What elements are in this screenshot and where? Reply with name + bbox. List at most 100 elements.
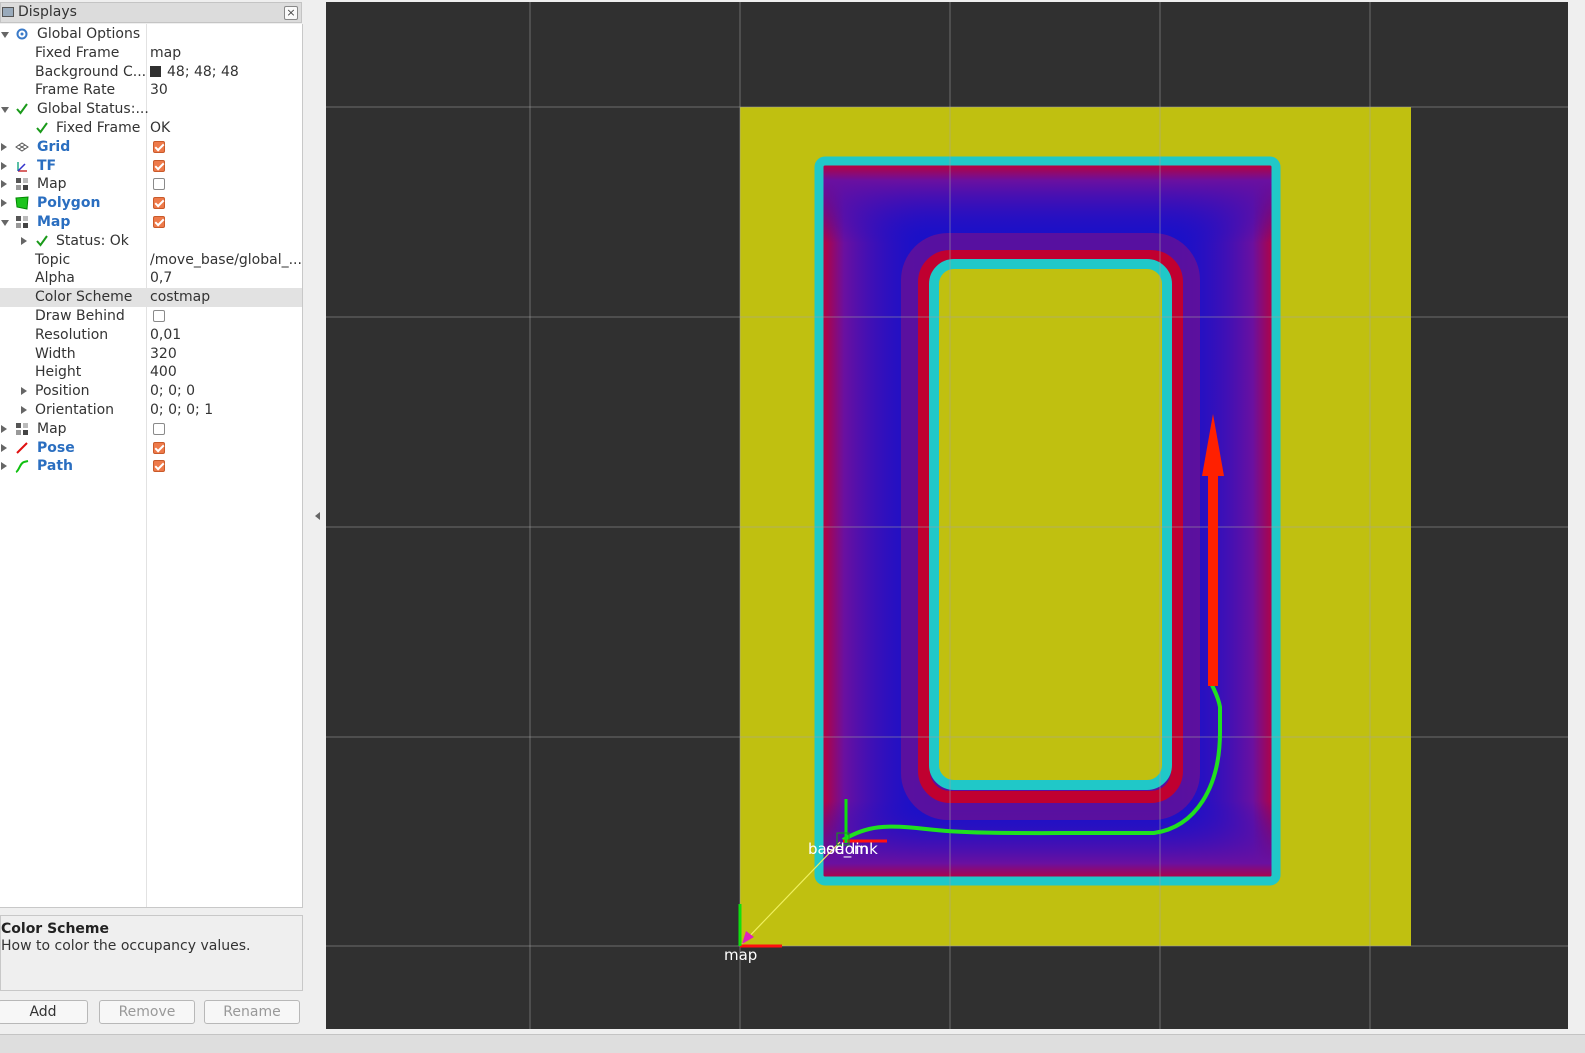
inflation-gradient-top [820, 163, 1277, 243]
tree-row-label: Orientation [35, 402, 115, 418]
expand-arrow-icon[interactable] [1, 199, 7, 208]
description-text: How to color the occupancy values. [1, 938, 251, 954]
tree-row-label: Width [35, 345, 76, 362]
tree-row-value[interactable]: 320 [150, 345, 177, 364]
tree-row-value[interactable]: OK [150, 119, 170, 138]
tree-row-pose[interactable]: Pose [0, 439, 302, 458]
right-dock-strip [1568, 0, 1585, 1034]
collapse-arrow-icon[interactable] [1, 32, 9, 38]
expand-arrow-icon[interactable] [1, 443, 7, 452]
tree-row-value[interactable]: 0,7 [150, 269, 172, 288]
tree-row-fixed-frame[interactable]: Fixed Frame OK [0, 119, 302, 138]
map-icon [15, 422, 29, 436]
tree-row-topic[interactable]: Topic/move_base/global_... [0, 251, 302, 270]
map-icon [15, 177, 29, 191]
enable-checkbox[interactable] [153, 178, 165, 191]
enable-checkbox[interactable] [153, 460, 165, 473]
tree-row-grid[interactable]: Grid [0, 138, 302, 157]
enable-checkbox[interactable] [153, 197, 165, 210]
expand-arrow-icon[interactable] [21, 236, 27, 245]
tree-row-tf[interactable]: TF [0, 157, 302, 176]
tree-row-value[interactable]: /move_base/global_... [150, 251, 302, 270]
tree-row-label: Alpha [35, 270, 75, 287]
tree-row-global-status[interactable]: Global Status:... [0, 100, 302, 119]
render-viewport[interactable]: map base_link odom [326, 2, 1568, 1029]
expand-arrow-icon[interactable] [21, 406, 27, 414]
tree-row-label: Map [37, 420, 67, 437]
monitor-icon [2, 7, 14, 17]
tree-row-height[interactable]: Height 400 [0, 363, 302, 382]
check-icon [15, 102, 29, 116]
tree-row-path[interactable]: Path [0, 457, 302, 476]
tree-row-map[interactable]: Map [0, 175, 302, 194]
enable-checkbox[interactable] [153, 216, 165, 228]
tree-row-label: Grid [37, 138, 71, 155]
tf-icon [15, 159, 29, 173]
expand-arrow-icon[interactable] [1, 180, 7, 189]
remove-button[interactable]: Remove [99, 1000, 195, 1024]
collapse-arrow-icon[interactable] [1, 220, 9, 226]
enable-checkbox[interactable] [153, 159, 165, 172]
tree-row-label: TF [37, 157, 57, 174]
tree-row-orientation[interactable]: Orientation 0; 0; 0; 1 [0, 401, 302, 420]
tree-row-map[interactable]: Map [0, 420, 302, 439]
tree-row-map[interactable]: Map [0, 213, 302, 232]
description-box: Color Scheme How to color the occupancy … [0, 915, 303, 991]
polygon-icon [15, 196, 29, 210]
tree-row-label: Polygon [37, 195, 101, 212]
tree-row-background-c[interactable]: Background C... 48; 48; 48 [0, 63, 302, 82]
tree-row-width[interactable]: Width 320 [0, 345, 302, 364]
tree-row-value[interactable]: costmap [150, 288, 210, 307]
scene-svg: map base_link odom [326, 2, 1568, 1029]
tree-row-value[interactable]: 48; 48; 48 [150, 63, 239, 82]
expand-arrow-icon[interactable] [1, 142, 7, 151]
tree-row-value[interactable]: 0; 0; 0 [150, 382, 195, 401]
tree-row-label: Status: Ok [56, 232, 129, 249]
check-icon [35, 121, 49, 135]
tree-row-label: Resolution [35, 326, 109, 343]
path-icon [15, 459, 29, 474]
tree-row-label: Global Options [37, 26, 141, 42]
tree-row-value[interactable]: 30 [150, 81, 168, 100]
expand-arrow-icon[interactable] [1, 424, 7, 433]
tree-row-value[interactable]: 400 [150, 363, 177, 382]
panel-splitter[interactable] [304, 0, 326, 1030]
tree-row-status-ok[interactable]: Status: Ok [0, 232, 302, 251]
tree-row-value[interactable]: map [150, 44, 181, 63]
enable-checkbox[interactable] [153, 140, 165, 153]
tree-row-label: Height [35, 364, 82, 381]
collapse-arrow-icon[interactable] [1, 107, 9, 114]
displays-tree: Global Options Fixed Frame map Background C… [0, 24, 303, 908]
check-icon [35, 234, 49, 248]
tree-row-label: Fixed Frame [35, 44, 120, 61]
add-button[interactable]: Add [0, 1000, 88, 1024]
tree-row-label: Fixed Frame [56, 120, 141, 136]
gear-icon [15, 27, 29, 41]
tree-row-global-options[interactable]: Global Options [0, 25, 302, 44]
tree-row-draw-behind[interactable]: Draw Behind [0, 307, 302, 326]
rename-button[interactable]: Rename [204, 1000, 300, 1024]
tree-row-value[interactable]: 0,01 [150, 326, 181, 345]
tree-row-label: Draw Behind [35, 308, 125, 324]
expand-arrow-icon[interactable] [1, 462, 7, 471]
tree-row-fixed-frame[interactable]: Fixed Frame map [0, 44, 302, 63]
enable-checkbox[interactable] [153, 422, 165, 435]
expand-arrow-icon[interactable] [1, 161, 7, 170]
tree-row-resolution[interactable]: Resolution 0,01 [0, 326, 302, 345]
tree-row-frame-rate[interactable]: Frame Rate 30 [0, 81, 302, 100]
close-icon[interactable]: × [284, 6, 298, 20]
tree-row-color-scheme[interactable]: Color Scheme costmap [0, 288, 302, 308]
displays-panel-header: Displays × [0, 2, 302, 23]
tree-row-label: Position [35, 383, 90, 400]
collapse-arrow-icon[interactable] [315, 512, 320, 520]
tree-row-position[interactable]: Position 0; 0; 0 [0, 382, 302, 401]
tree-row-value[interactable]: 0; 0; 0; 1 [150, 401, 213, 420]
tree-row-alpha[interactable]: Alpha 0,7 [0, 269, 302, 288]
expand-arrow-icon[interactable] [21, 387, 27, 396]
panel-title: Displays [18, 4, 77, 20]
enable-checkbox[interactable] [153, 441, 165, 454]
tree-row-label: Color Scheme [35, 289, 133, 306]
tree-row-polygon[interactable]: Polygon [0, 194, 302, 213]
enable-checkbox[interactable] [153, 310, 165, 322]
displays-panel: Displays × Global Options Fixed Frame map B… [0, 0, 304, 1030]
